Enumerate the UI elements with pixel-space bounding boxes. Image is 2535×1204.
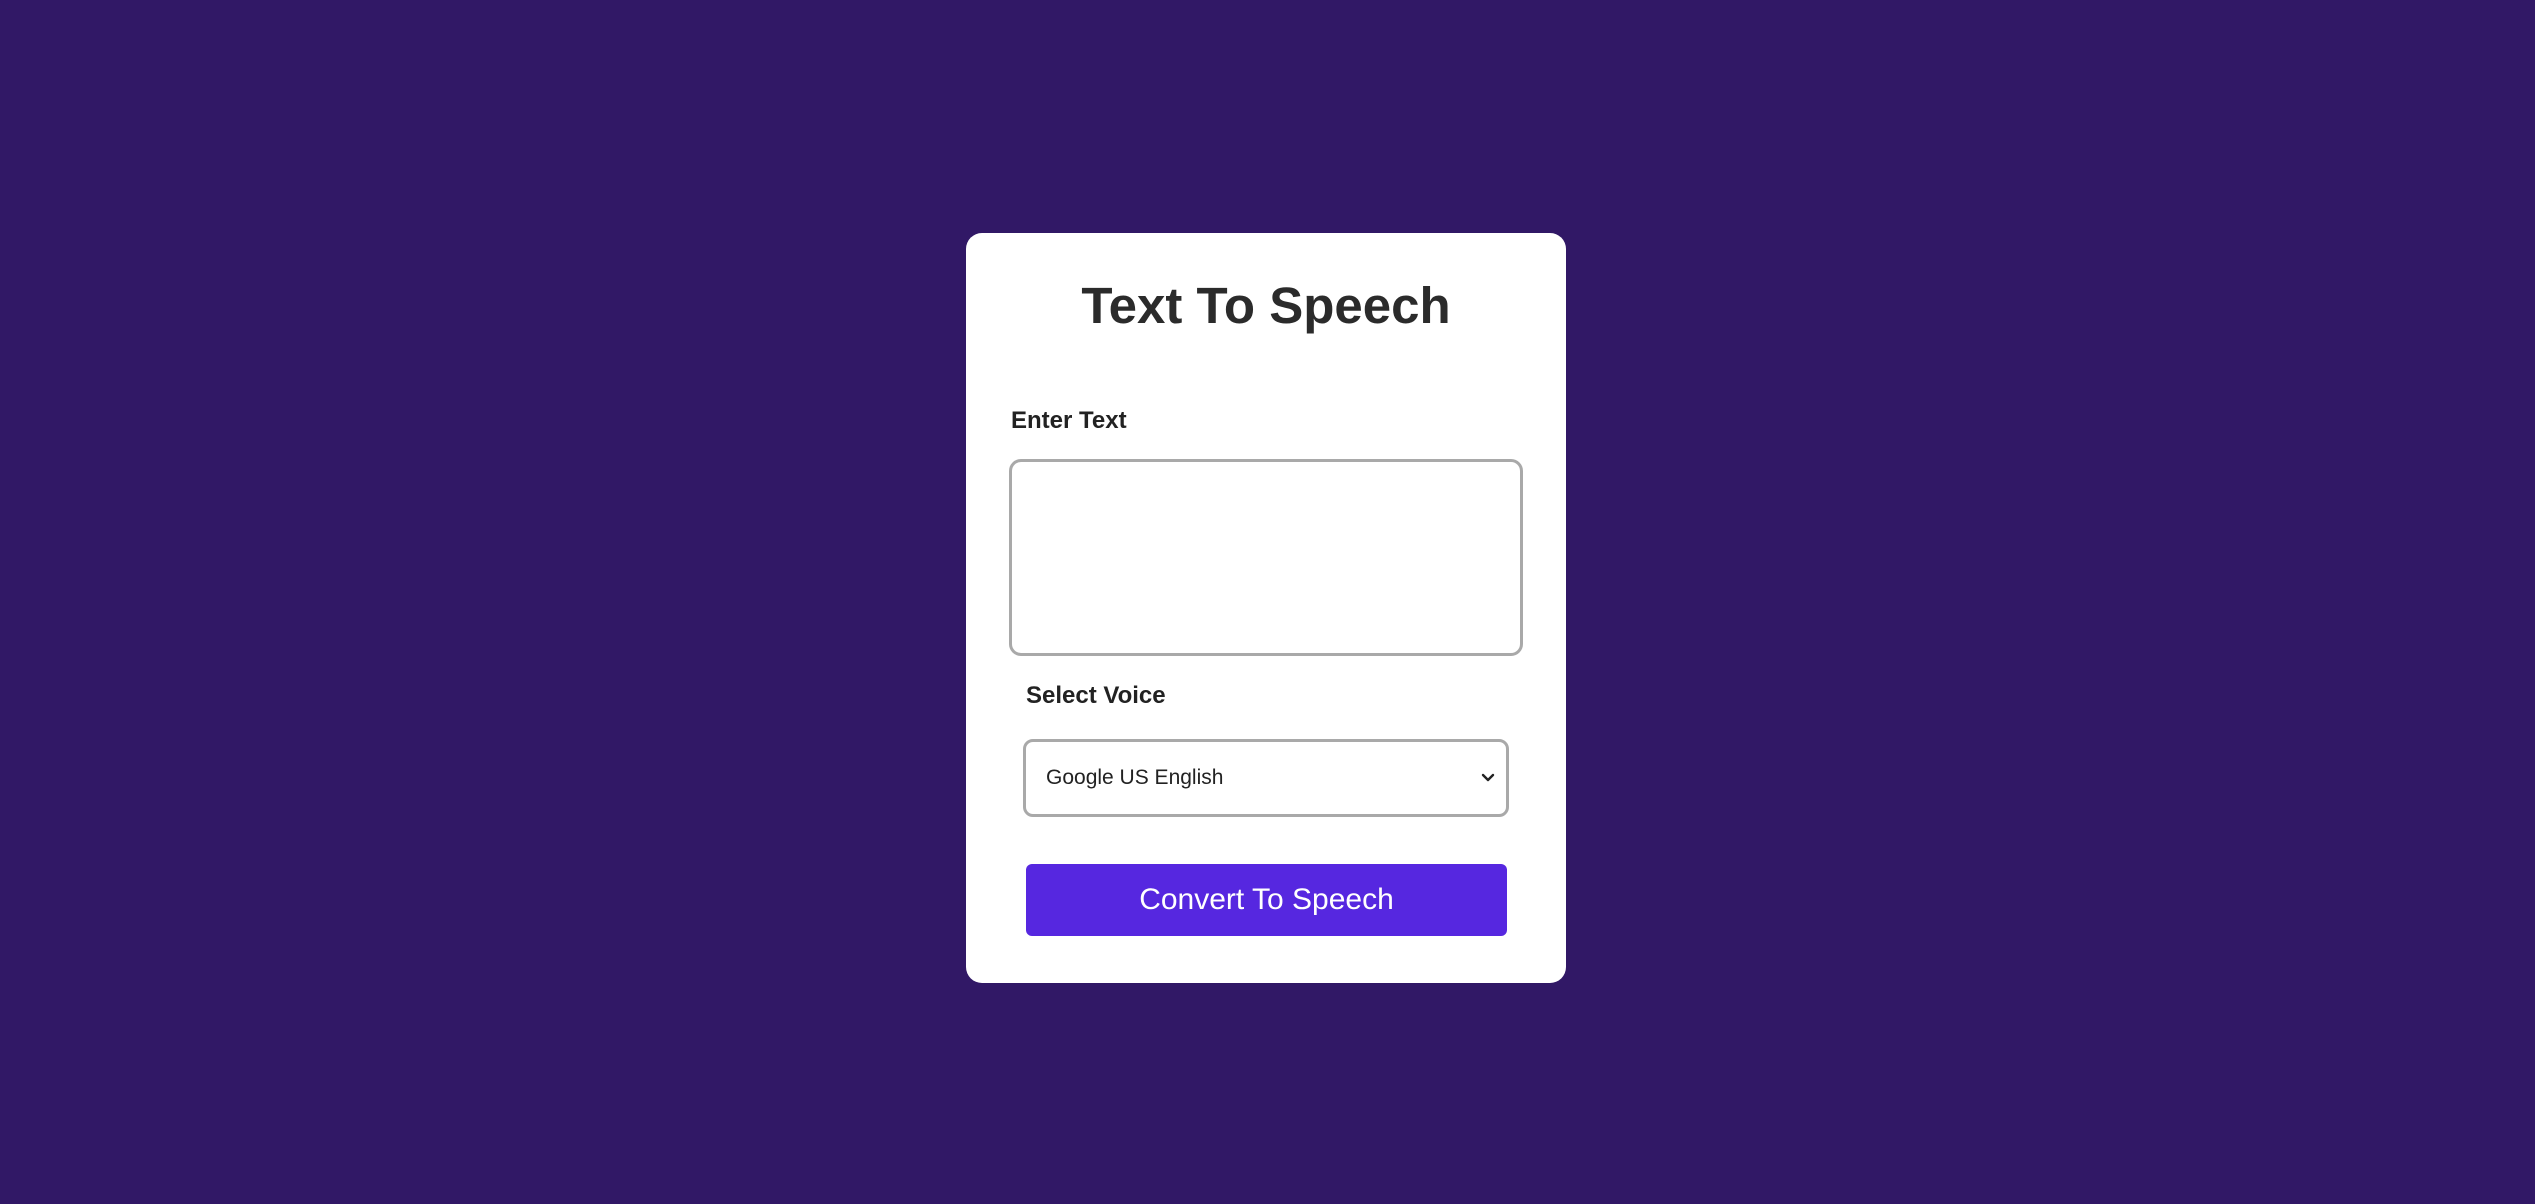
- convert-to-speech-button[interactable]: Convert To Speech: [1026, 864, 1507, 936]
- voice-select-value: Google US English: [1046, 766, 1224, 789]
- enter-text-label: Enter Text: [1011, 407, 1127, 434]
- page-title: Text To Speech: [1081, 277, 1451, 334]
- voice-select[interactable]: Google US English: [1023, 739, 1509, 817]
- text-input[interactable]: [1009, 459, 1523, 656]
- select-voice-label: Select Voice: [1026, 682, 1166, 709]
- chevron-down-icon: [1481, 773, 1495, 782]
- tts-card: Text To Speech Enter Text Select Voice G…: [966, 233, 1566, 983]
